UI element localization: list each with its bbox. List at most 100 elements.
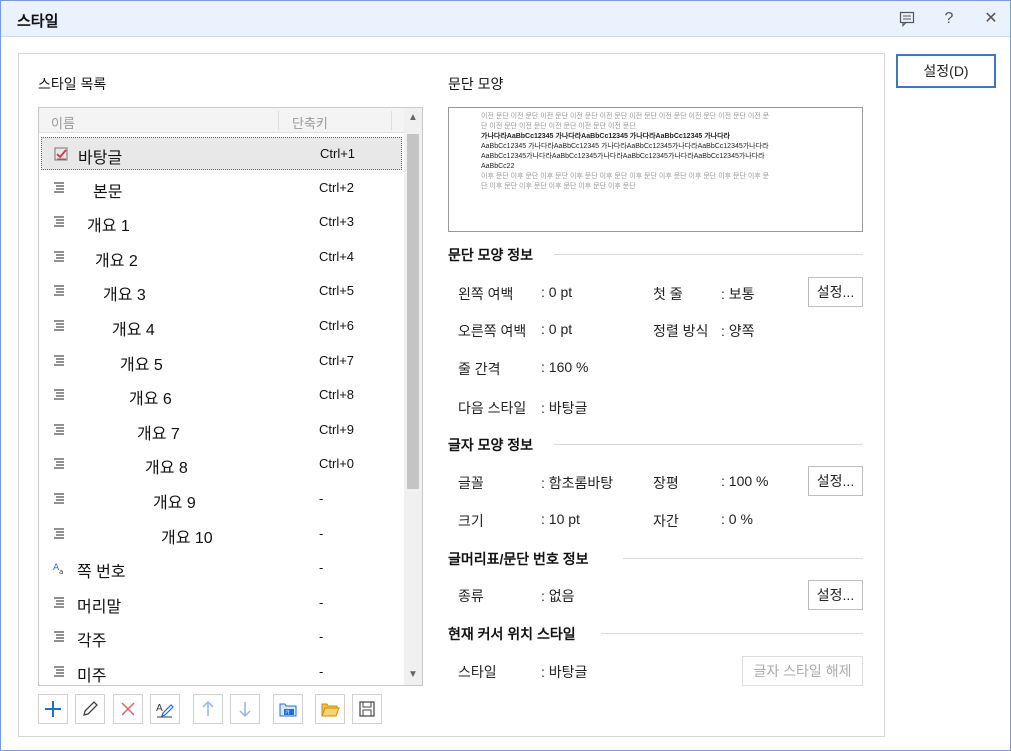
delete-style-button[interactable] <box>113 694 143 724</box>
arrow-down-icon <box>239 702 251 718</box>
paragraph-style-icon <box>53 388 67 402</box>
style-list-item[interactable]: 개요 8 Ctrl+0 <box>41 448 402 481</box>
para-settings-button[interactable]: 설정... <box>808 277 863 307</box>
style-list-item[interactable]: 개요 1 Ctrl+3 <box>41 206 402 239</box>
style-name: 머리말 <box>77 598 122 616</box>
char-info-title: 글자 모양 정보 <box>448 437 534 453</box>
help-button[interactable]: ? <box>936 7 962 31</box>
style-name: 쪽 번호 <box>77 564 126 582</box>
style-shortcut: - <box>319 491 324 506</box>
cursor-style-value: : 바탕글 <box>541 664 588 680</box>
move-up-button[interactable] <box>193 694 223 724</box>
align-value: : 양쪽 <box>721 323 755 339</box>
edit-style-button[interactable] <box>75 694 105 724</box>
style-list-item[interactable]: 개요 7 Ctrl+9 <box>41 414 402 447</box>
scroll-thumb[interactable] <box>407 134 419 489</box>
preview-next-line: 이후 문단 이후 문단 이후 문단 이후 문단 이후 문단 이후 문단 이후 문… <box>481 173 770 180</box>
paragraph-style-icon <box>53 284 67 298</box>
comment-icon[interactable] <box>894 7 920 31</box>
style-shortcut: Ctrl+5 <box>319 283 355 299</box>
paragraph-style-icon <box>53 630 67 644</box>
style-name: 개요 3 <box>103 287 146 305</box>
line-spacing-value: : 160 % <box>541 359 589 375</box>
paragraph-preview: 이전 문단 이전 문단 이전 문단 이전 문단 이전 문단 이전 문단 이전 문… <box>448 107 863 232</box>
style-list-item[interactable]: 본문 Ctrl+2 <box>41 172 402 205</box>
style-shortcut: Ctrl+3 <box>319 214 355 230</box>
style-name: 개요 7 <box>137 425 180 443</box>
preview-cur-line: AaBbCc12345가나다라AaBbCc12345가나다라AaBbCc1234… <box>481 153 765 160</box>
width-value: : 100 % <box>721 473 769 489</box>
section-divider <box>554 444 863 445</box>
arrow-up-icon <box>202 700 214 716</box>
scroll-up-icon[interactable]: ▲ <box>407 110 419 126</box>
first-line-label: 첫 줄 <box>653 286 683 302</box>
style-list-item[interactable]: 개요 5 Ctrl+7 <box>41 345 402 378</box>
style-shortcut: - <box>319 525 324 541</box>
delete-icon <box>121 702 135 716</box>
import-style-button[interactable]: 가 <box>273 694 303 724</box>
style-list-item[interactable]: 개요 2 Ctrl+4 <box>41 241 402 274</box>
preview-prev-line: 단 이전 문단 이전 문단 이전 문단 이전 문단 이전 문단 <box>481 123 636 130</box>
paragraph-style-icon <box>53 665 67 679</box>
style-list-item[interactable]: 개요 6 Ctrl+8 <box>41 379 402 412</box>
style-shortcut: Ctrl+9 <box>319 421 355 437</box>
right-margin-label: 오른쪽 여백 <box>458 323 527 339</box>
style-name: 개요 4 <box>112 322 155 339</box>
spacing-value: : 0 % <box>721 511 753 527</box>
folder-open-icon <box>321 703 340 717</box>
style-shortcut: Ctrl+7 <box>319 352 355 368</box>
dialog-title: 스타일 <box>17 13 59 30</box>
edit-char-style-button[interactable]: A <box>150 694 180 724</box>
char-settings-button[interactable]: 설정... <box>808 466 863 496</box>
style-list-item[interactable]: Aa 쪽 번호 - <box>41 552 402 585</box>
style-list-item[interactable]: 머리말 - <box>41 587 402 620</box>
save-style-button[interactable] <box>352 694 382 724</box>
style-shortcut: Ctrl+0 <box>319 456 355 472</box>
style-list-item[interactable]: 개요 10 - <box>41 518 402 551</box>
col-shortcut-header: 단축키 <box>292 116 328 131</box>
scroll-down-icon[interactable]: ▼ <box>407 667 419 683</box>
set-button[interactable]: 설정(D) <box>896 54 996 88</box>
list-scrollbar[interactable]: ▲ ▼ <box>404 108 422 685</box>
paragraph-style-icon <box>53 492 67 506</box>
preview-cur-line: AaBbCc22 <box>481 163 515 170</box>
move-down-button[interactable] <box>230 694 260 724</box>
style-list-item[interactable]: 바탕글 Ctrl+1 <box>41 137 402 170</box>
font-label: 글꼴 <box>458 475 484 491</box>
left-margin-value: : 0 pt <box>541 284 573 300</box>
style-list-item[interactable]: 개요 9 - <box>41 483 402 516</box>
style-list-item[interactable]: 각주 - <box>41 621 402 654</box>
style-shortcut: Ctrl+4 <box>319 248 355 264</box>
col-name-header: 이름 <box>51 116 75 131</box>
paragraph-preview-label: 문단 모양 <box>448 76 504 92</box>
bullet-settings-button[interactable]: 설정... <box>808 580 863 610</box>
right-margin-value: : 0 pt <box>541 321 573 337</box>
cursor-style-label: 스타일 <box>458 664 497 680</box>
add-style-button[interactable] <box>38 694 68 724</box>
style-list[interactable]: 이름 단축키 바탕글 Ctrl+1 본문 Ctrl+2 개요 1 Ctrl+3 개요 2 Ct… <box>38 107 423 686</box>
style-shortcut: - <box>319 560 324 576</box>
style-shortcut: Ctrl+6 <box>319 318 355 333</box>
style-name: 각주 <box>77 633 107 651</box>
style-name: 바탕글 <box>78 150 123 167</box>
paragraph-style-icon <box>53 527 67 541</box>
para-info-title: 문단 모양 정보 <box>448 247 534 263</box>
paragraph-style-icon <box>53 457 67 471</box>
close-button[interactable]: ✕ <box>978 7 1004 31</box>
kind-value: : 없음 <box>541 588 575 604</box>
paragraph-style-icon <box>53 250 67 264</box>
first-line-value: : 보통 <box>721 286 755 302</box>
style-name: 개요 2 <box>95 252 138 270</box>
style-dialog: 스타일 ? ✕ 스타일 목록 이름 단축키 바탕글 Ctrl+1 본문 Ctrl+2 개… <box>0 0 1011 751</box>
char-style-icon: Aa <box>53 561 67 576</box>
style-list-item[interactable]: 미주 - <box>41 656 402 685</box>
style-name: 본문 <box>93 183 123 201</box>
open-style-button[interactable] <box>315 694 345 724</box>
style-name: 개요 9 <box>153 495 196 512</box>
style-list-item[interactable]: 개요 3 Ctrl+5 <box>41 275 402 308</box>
release-char-style-button[interactable]: 글자 스타일 해제 <box>742 656 863 686</box>
paragraph-style-icon <box>53 319 67 333</box>
svg-text:A: A <box>156 703 163 714</box>
list-header: 이름 단축키 <box>39 108 404 133</box>
style-list-item[interactable]: 개요 4 Ctrl+6 <box>41 310 402 343</box>
